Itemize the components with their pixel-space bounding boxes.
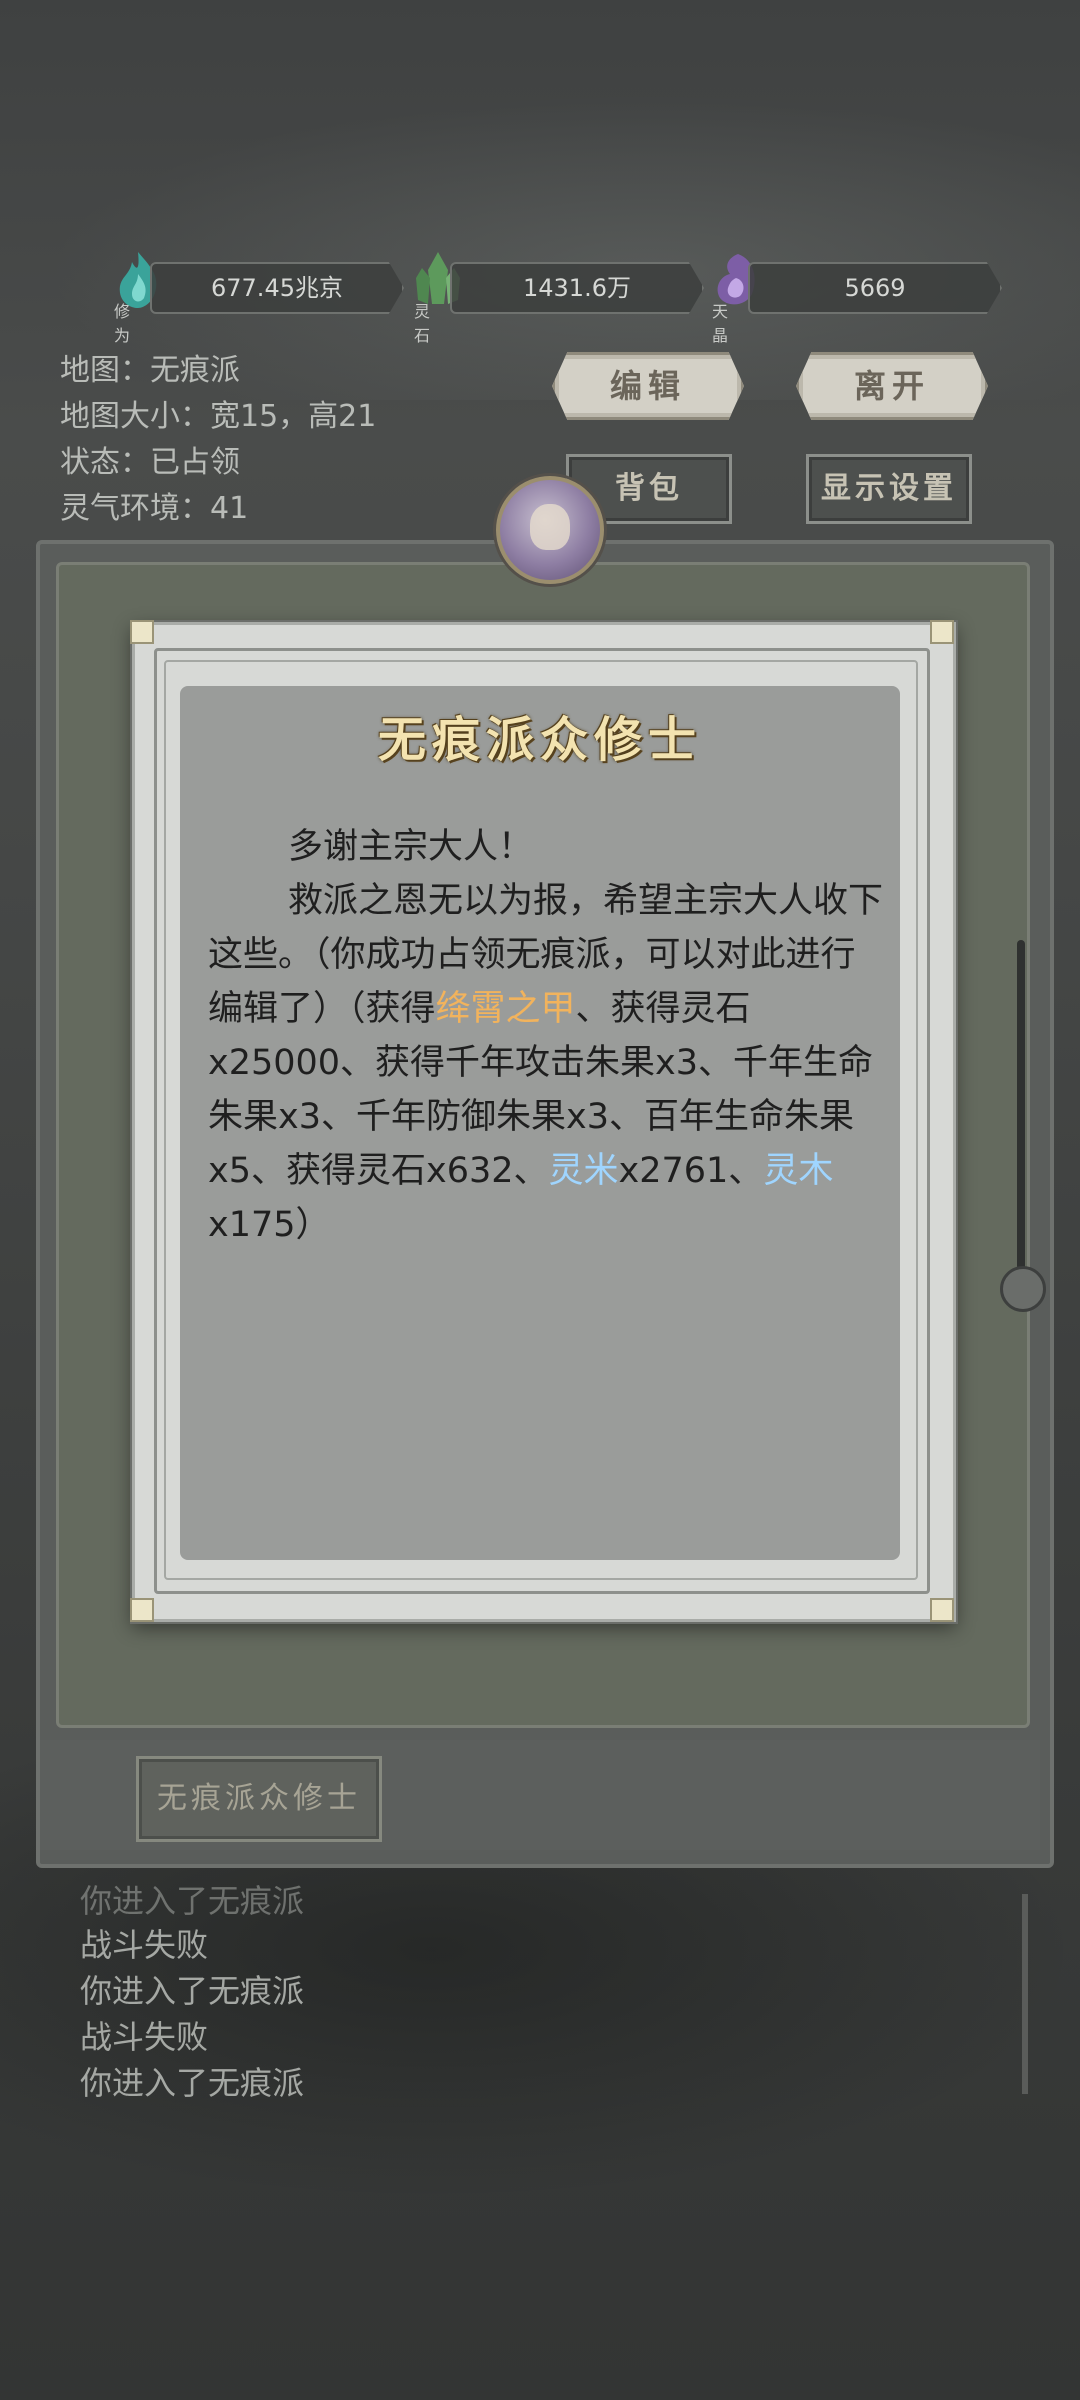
log-line: 战斗失败	[80, 1926, 209, 1964]
spiritual-aura-text: 灵气环境：41	[60, 491, 249, 526]
reward-item-spirit-rice: 灵米	[548, 1151, 619, 1191]
heaven-crystal-caption: 天晶	[712, 302, 729, 345]
map-name-text: 地图：无痕派	[60, 353, 240, 388]
leave-button[interactable]: 离开	[796, 352, 988, 420]
log-line: 你进入了无痕派	[80, 1882, 305, 1920]
log-line: 你进入了无痕派	[80, 2064, 305, 2102]
map-status-text: 状态：已占领	[60, 445, 240, 480]
reward-text-c: x2761、	[618, 1151, 764, 1191]
reward-item-armor: 绛霄之甲	[435, 989, 576, 1029]
cultivation-value: 677.45兆京	[150, 262, 404, 314]
dialog-title: 无痕派众修士	[377, 712, 702, 768]
dialog-corner	[930, 1598, 954, 1622]
log-scrollbar[interactable]	[1022, 1894, 1028, 2094]
edit-button[interactable]: 编辑	[552, 352, 744, 420]
heaven-crystal-value: 5669	[748, 262, 1002, 314]
dialog-line-1: 多谢主宗大人！	[288, 827, 534, 867]
dialog-corner	[130, 1598, 154, 1622]
reward-item-spirit-wood: 灵木	[763, 1151, 834, 1191]
map-scrollbar[interactable]	[1017, 940, 1025, 1270]
dialog-corner	[930, 620, 954, 644]
dialog-corner	[130, 620, 154, 644]
log-line: 战斗失败	[80, 2018, 209, 2056]
log-line: 你进入了无痕派	[80, 1972, 305, 2010]
spirit-stone-value: 1431.6万	[450, 262, 704, 314]
spirit-stone-caption: 灵石	[414, 302, 431, 345]
npc-button[interactable]: 无痕派众修士	[136, 1756, 382, 1842]
map-scroll-handle[interactable]	[1000, 1266, 1046, 1312]
dialog-message: 多谢主宗大人！ 救派之恩无以为报，希望主宗大人收下这些。（你成功占领无痕派，可以…	[208, 820, 888, 1252]
player-avatar[interactable]	[496, 476, 604, 584]
reward-text-d: x175）	[208, 1205, 331, 1245]
display-settings-button[interactable]: 显示设置	[806, 454, 972, 524]
map-size-text: 地图大小：宽15，高21	[60, 399, 377, 434]
dialog-paragraph-2: 救派之恩无以为报，希望主宗大人收下这些。（你成功占领无痕派，可以对此进行编辑了）…	[208, 874, 888, 1252]
cultivation-caption: 修为	[114, 302, 131, 345]
